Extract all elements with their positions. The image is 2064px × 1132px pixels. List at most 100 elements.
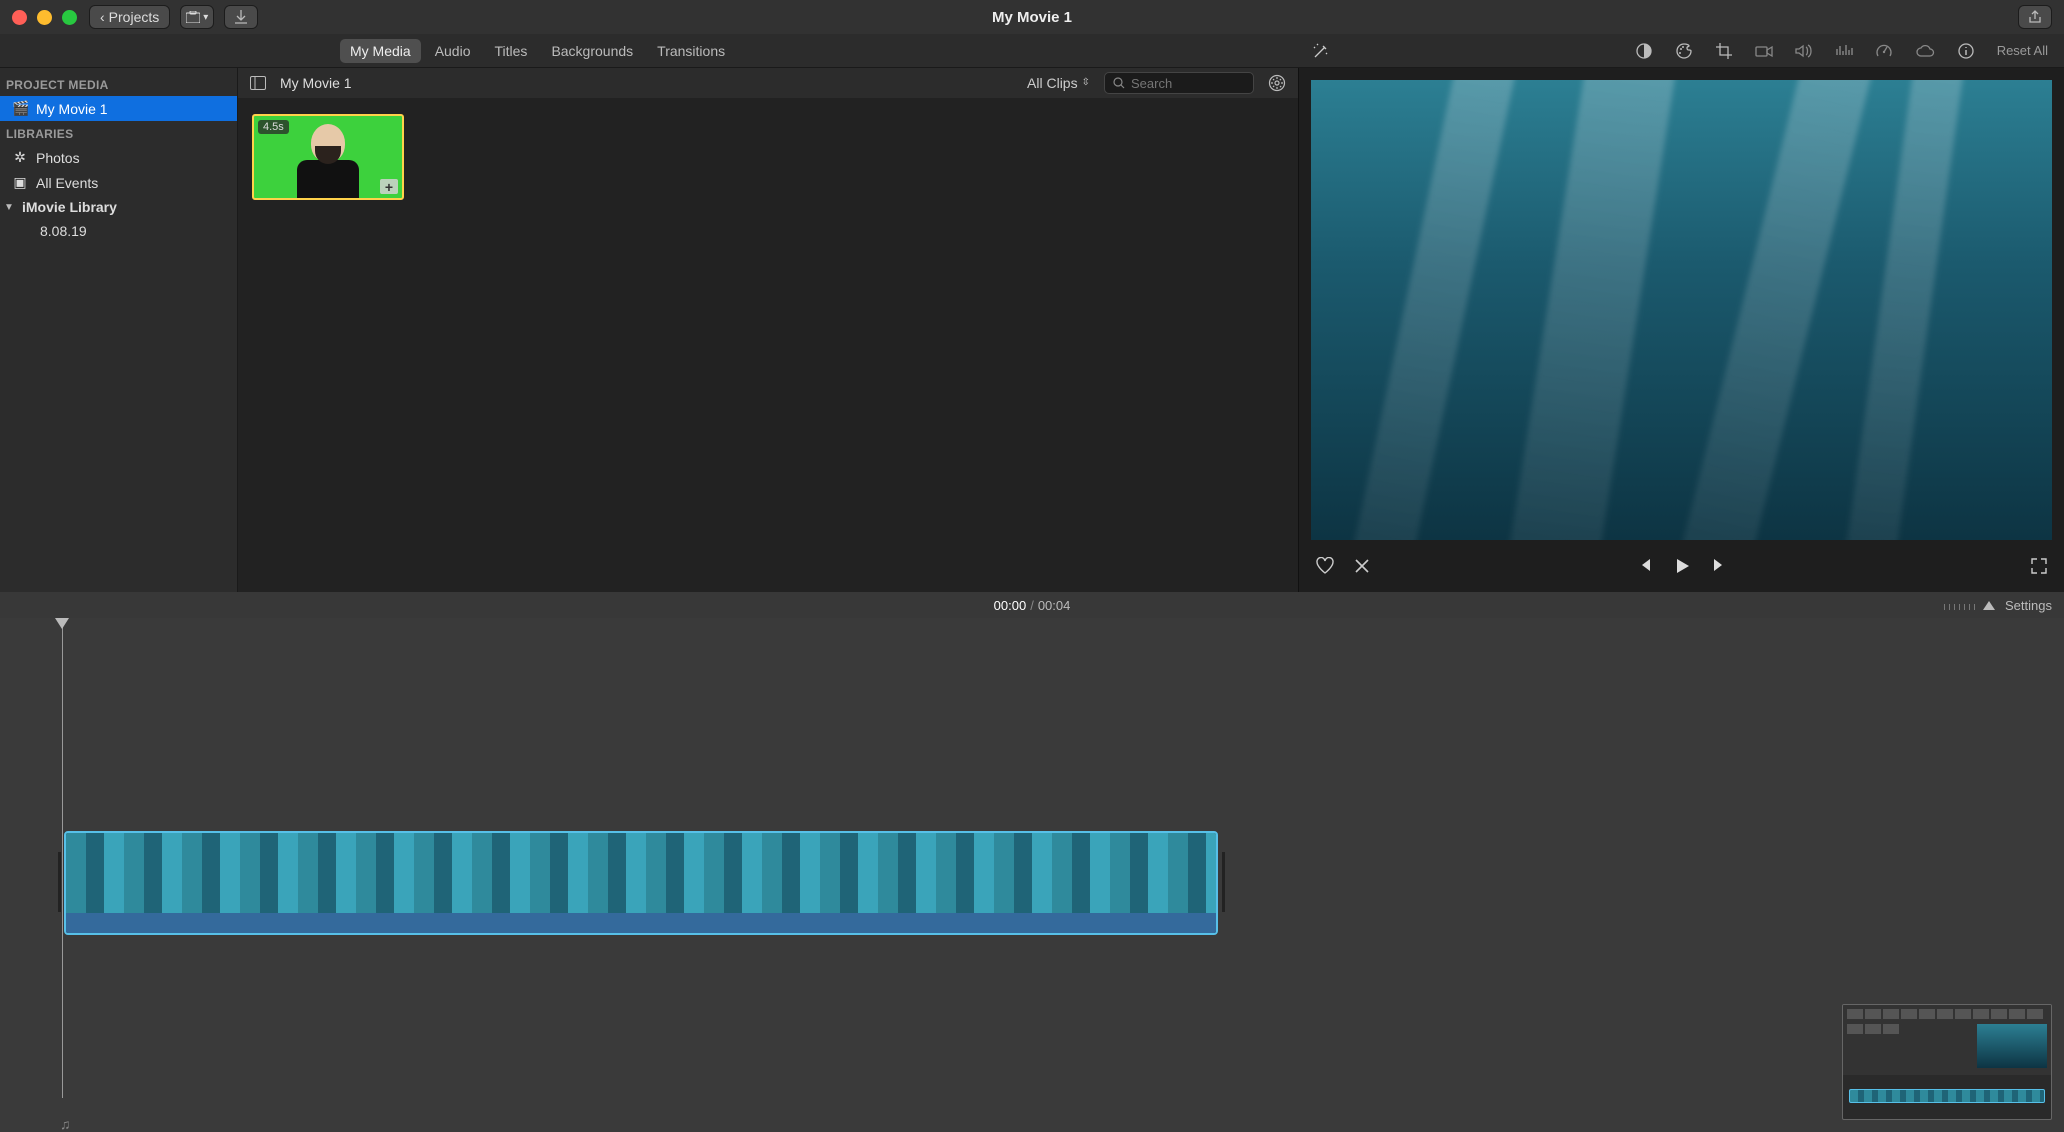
- clip-filter-dropdown[interactable]: All Clips ⇳: [1027, 75, 1090, 91]
- clip-thumbnail-image: [294, 124, 362, 200]
- timeline[interactable]: ♫: [0, 618, 2064, 1132]
- sidebar-item-event-date[interactable]: 8.08.19: [0, 219, 237, 243]
- fullscreen-button[interactable]: [2030, 557, 2048, 575]
- tab-my-media[interactable]: My Media: [340, 39, 421, 63]
- browser-tabs: My Media Audio Titles Backgrounds Transi…: [340, 39, 735, 63]
- sidebar-item-my-movie[interactable]: 🎬 My Movie 1: [0, 96, 237, 121]
- gear-icon: [1268, 74, 1286, 92]
- import-media-button[interactable]: ▾: [180, 5, 214, 29]
- main-row: PROJECT MEDIA 🎬 My Movie 1 LIBRARIES ✲ P…: [0, 68, 2064, 592]
- back-to-projects-button[interactable]: ‹ Projects: [89, 5, 170, 29]
- tab-audio[interactable]: Audio: [425, 39, 481, 63]
- clapperboard-icon: 🎬: [12, 100, 28, 117]
- clip-end-marker[interactable]: [1222, 852, 1225, 912]
- speed-button[interactable]: [1875, 42, 1893, 60]
- crop-icon: [1715, 42, 1733, 60]
- timeline-header: 00:00 / 00:04 Settings: [0, 592, 2064, 618]
- add-clip-button[interactable]: +: [380, 179, 398, 194]
- palette-icon: [1675, 42, 1693, 60]
- window-title: My Movie 1: [992, 9, 1072, 26]
- minimize-window-button[interactable]: [37, 10, 52, 25]
- media-grid: 4.5s +: [238, 98, 1298, 592]
- media-browser: My Movie 1 All Clips ⇳ 4.5s: [238, 68, 1298, 592]
- download-button[interactable]: [224, 5, 258, 29]
- volume-button[interactable]: [1795, 43, 1813, 59]
- noise-reduction-button[interactable]: [1835, 43, 1853, 59]
- crop-button[interactable]: [1715, 42, 1733, 60]
- sidebar-item-label: My Movie 1: [36, 101, 108, 117]
- clip-video-track: [66, 833, 1216, 913]
- clip-duration-badge: 4.5s: [258, 120, 289, 134]
- skip-forward-icon: [1711, 557, 1727, 573]
- sidebar-item-all-events[interactable]: ▣ All Events: [0, 170, 237, 195]
- plus-icon: +: [385, 179, 393, 195]
- play-icon: [1673, 557, 1691, 575]
- clip-filter-button[interactable]: [1915, 44, 1935, 58]
- clip-audio-track: [66, 913, 1216, 935]
- color-correction-button[interactable]: [1675, 42, 1693, 60]
- preview-controls: [1299, 540, 2064, 592]
- import-icon: ▾: [186, 11, 208, 23]
- search-field[interactable]: [1104, 72, 1254, 94]
- media-breadcrumb: My Movie 1: [280, 75, 352, 91]
- media-clip[interactable]: 4.5s +: [252, 114, 404, 200]
- tab-transitions[interactable]: Transitions: [647, 39, 735, 63]
- volume-icon: [1795, 43, 1813, 59]
- tab-titles[interactable]: Titles: [485, 39, 538, 63]
- sidebar-item-label: iMovie Library: [22, 199, 117, 215]
- sidebar-item-imovie-library[interactable]: ▼ iMovie Library: [0, 195, 237, 219]
- reset-all-button[interactable]: Reset All: [1997, 43, 2048, 58]
- camera-icon: [1755, 44, 1773, 58]
- preview-viewer[interactable]: [1311, 80, 2052, 540]
- favorite-button[interactable]: [1315, 557, 1335, 575]
- prev-frame-button[interactable]: [1637, 557, 1653, 575]
- timeline-clip[interactable]: [64, 831, 1218, 935]
- time-separator: /: [1030, 598, 1034, 613]
- sidebar-header-project-media: PROJECT MEDIA: [0, 72, 237, 96]
- search-icon: [1113, 77, 1125, 89]
- next-frame-button[interactable]: [1711, 557, 1727, 575]
- sidebar-icon: [250, 76, 266, 90]
- playhead[interactable]: [62, 618, 63, 1098]
- color-balance-button[interactable]: [1635, 42, 1653, 60]
- skip-back-icon: [1637, 557, 1653, 573]
- zoom-knob-icon: [1983, 601, 1995, 610]
- tabs-row: My Media Audio Titles Backgrounds Transi…: [0, 34, 2064, 68]
- disclosure-triangle-icon[interactable]: ▼: [4, 202, 14, 213]
- enhance-wand-button[interactable]: [1312, 42, 1330, 60]
- wand-icon: [1312, 42, 1330, 60]
- sidebar-item-photos[interactable]: ✲ Photos: [0, 145, 237, 170]
- titlebar: ‹ Projects ▾ My Movie 1: [0, 0, 2064, 34]
- close-window-button[interactable]: [12, 10, 27, 25]
- browser-options-button[interactable]: [1268, 74, 1286, 92]
- share-icon: [2028, 10, 2042, 24]
- zoom-slider[interactable]: [1944, 601, 1995, 610]
- x-icon: [1353, 557, 1371, 575]
- info-button[interactable]: [1957, 42, 1975, 60]
- toggle-sidebar-button[interactable]: [250, 76, 266, 90]
- share-button[interactable]: [2018, 5, 2052, 29]
- info-icon: [1957, 42, 1975, 60]
- heart-icon: [1315, 557, 1335, 575]
- maximize-window-button[interactable]: [62, 10, 77, 25]
- projects-label: Projects: [109, 9, 160, 25]
- cloud-icon: [1915, 44, 1935, 58]
- sidebar-item-label: Photos: [36, 150, 80, 166]
- search-input[interactable]: [1131, 76, 1245, 91]
- photos-icon: ✲: [12, 149, 28, 166]
- reject-button[interactable]: [1353, 557, 1371, 575]
- current-time: 00:00: [994, 598, 1027, 613]
- play-button[interactable]: [1673, 557, 1691, 575]
- preview-pane: [1298, 68, 2064, 592]
- clip-filter-label: All Clips: [1027, 75, 1078, 91]
- clip-start-marker[interactable]: [58, 852, 61, 912]
- window-controls: [12, 10, 77, 25]
- timeline-overview-thumbnail[interactable]: [1842, 1004, 2052, 1120]
- sidebar: PROJECT MEDIA 🎬 My Movie 1 LIBRARIES ✲ P…: [0, 68, 238, 592]
- sidebar-header-libraries: LIBRARIES: [0, 121, 237, 145]
- adjustment-tools: Reset All: [1635, 42, 2064, 60]
- stabilization-button[interactable]: [1755, 44, 1773, 58]
- audio-lane-icon: ♫: [60, 1116, 71, 1132]
- timeline-settings-button[interactable]: Settings: [2005, 598, 2052, 613]
- tab-backgrounds[interactable]: Backgrounds: [541, 39, 643, 63]
